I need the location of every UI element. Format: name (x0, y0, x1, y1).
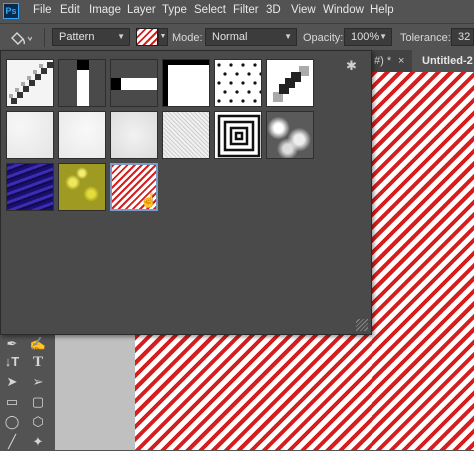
menu-select[interactable]: Select (194, 4, 226, 16)
tab-document-2-label: Untitled-2 (422, 55, 473, 67)
path-selection-icon[interactable]: ➤ (2, 373, 22, 391)
pattern-picker-chevron-icon[interactable]: ▼ (158, 28, 168, 46)
mode-label: Mode: (172, 32, 203, 44)
tolerance-field[interactable]: 32 (451, 28, 474, 46)
menu-filter[interactable]: Filter (233, 4, 259, 16)
menu-help[interactable]: Help (370, 4, 394, 16)
rounded-rectangle-icon[interactable]: ▢ (28, 393, 48, 411)
type-tool-icon[interactable]: T (28, 353, 48, 371)
menu-bar: Ps File Edit Image Layer Type Select Fil… (0, 0, 474, 22)
tab-document-2[interactable]: Untitled-2 (412, 50, 474, 72)
tab-document-1[interactable]: #) * (374, 55, 391, 67)
pattern-swatch-grain[interactable] (162, 111, 210, 159)
fill-source-dropdown[interactable]: Pattern ▼ (52, 28, 130, 46)
pattern-swatch-concentric-squares[interactable] (214, 111, 262, 159)
menu-window[interactable]: Window (323, 4, 364, 16)
menu-3d[interactable]: 3D (266, 4, 281, 16)
close-icon[interactable]: × (398, 55, 404, 67)
pattern-swatch-soft-noise[interactable] (110, 111, 158, 159)
fill-source-value: Pattern (59, 31, 95, 43)
mode-value: Normal (212, 31, 248, 43)
separator (44, 28, 45, 47)
pattern-swatch-diagonal-blocks[interactable] (266, 59, 314, 107)
line-tool-icon[interactable]: ╱ (2, 433, 22, 451)
resize-grip[interactable] (356, 319, 368, 331)
pasteboard (55, 335, 135, 450)
pattern-swatch-corner-frame[interactable] (162, 59, 210, 107)
pattern-swatch-blue-texture[interactable] (6, 163, 54, 211)
pattern-swatch-horizontal-bar[interactable] (110, 59, 158, 107)
opacity-value: 100% (351, 31, 380, 43)
chevron-down-icon: ▼ (117, 32, 125, 41)
horizontal-bar-pattern-graphic (111, 78, 157, 90)
options-bar: Pattern ▼ ▼ Mode: Normal ▼ Opacity: 100%… (0, 23, 474, 52)
rectangle-tool-icon[interactable]: ▭ (2, 393, 22, 411)
tools-panel: ✒ ✍ ↓T T ➤ ➢ ▭ ▢ ◯ ⬡ ╱ ✦ (0, 335, 55, 450)
pattern-picker-panel: ✱ (0, 50, 372, 335)
pattern-swatch-diagonal-stripe[interactable] (6, 59, 54, 107)
tolerance-value: 32 (458, 31, 471, 43)
corner-frame-pattern-graphic (163, 60, 209, 106)
opacity-label: Opacity: (303, 32, 344, 44)
dots-pattern-graphic (217, 63, 261, 103)
diagonal-stripe-pattern-graphic (7, 60, 53, 106)
chevron-down-icon: ▼ (284, 32, 292, 41)
ellipse-tool-icon[interactable]: ◯ (2, 413, 22, 431)
pattern-swatch-fine-noise[interactable] (58, 111, 106, 159)
vertical-type-icon[interactable]: ↓T (2, 353, 22, 371)
direct-selection-icon[interactable]: ➢ (28, 373, 48, 391)
pattern-swatch-dots[interactable] (214, 59, 262, 107)
chevron-down-icon: ▼ (379, 32, 387, 41)
canvas-lower[interactable] (135, 335, 372, 450)
menu-image[interactable]: Image (89, 4, 121, 16)
custom-shape-icon[interactable]: ✦ (28, 433, 48, 451)
pattern-swatch-yellow-texture[interactable] (58, 163, 106, 211)
menu-type[interactable]: Type (162, 4, 187, 16)
menu-edit[interactable]: Edit (60, 4, 80, 16)
pattern-swatch-light-noise[interactable] (6, 111, 54, 159)
pattern-swatch[interactable] (136, 28, 158, 46)
mode-dropdown[interactable]: Normal ▼ (205, 28, 297, 46)
tolerance-label: Tolerance: (400, 32, 451, 44)
canvas[interactable] (372, 72, 474, 450)
polygon-tool-icon[interactable]: ⬡ (28, 413, 48, 431)
pen-icon[interactable]: ✒ (2, 335, 22, 353)
diagonal-blocks-pattern-graphic (273, 66, 309, 102)
opacity-field[interactable]: 100% ▼ (344, 28, 392, 46)
gear-icon[interactable]: ✱ (346, 58, 357, 74)
freeform-pen-icon[interactable]: ✍ (28, 335, 48, 353)
menu-view[interactable]: View (291, 4, 316, 16)
concentric-squares-pattern-graphic (217, 114, 261, 158)
pattern-swatch-vertical-bar[interactable] (58, 59, 106, 107)
photoshop-logo: Ps (3, 3, 19, 19)
hand-cursor-icon: ☝ (140, 192, 158, 208)
pattern-swatch-clouds[interactable] (266, 111, 314, 159)
menu-file[interactable]: File (33, 4, 52, 16)
vertical-bar-pattern-graphic (77, 60, 89, 106)
paint-bucket-icon[interactable] (8, 29, 33, 47)
menu-layer[interactable]: Layer (127, 4, 156, 16)
